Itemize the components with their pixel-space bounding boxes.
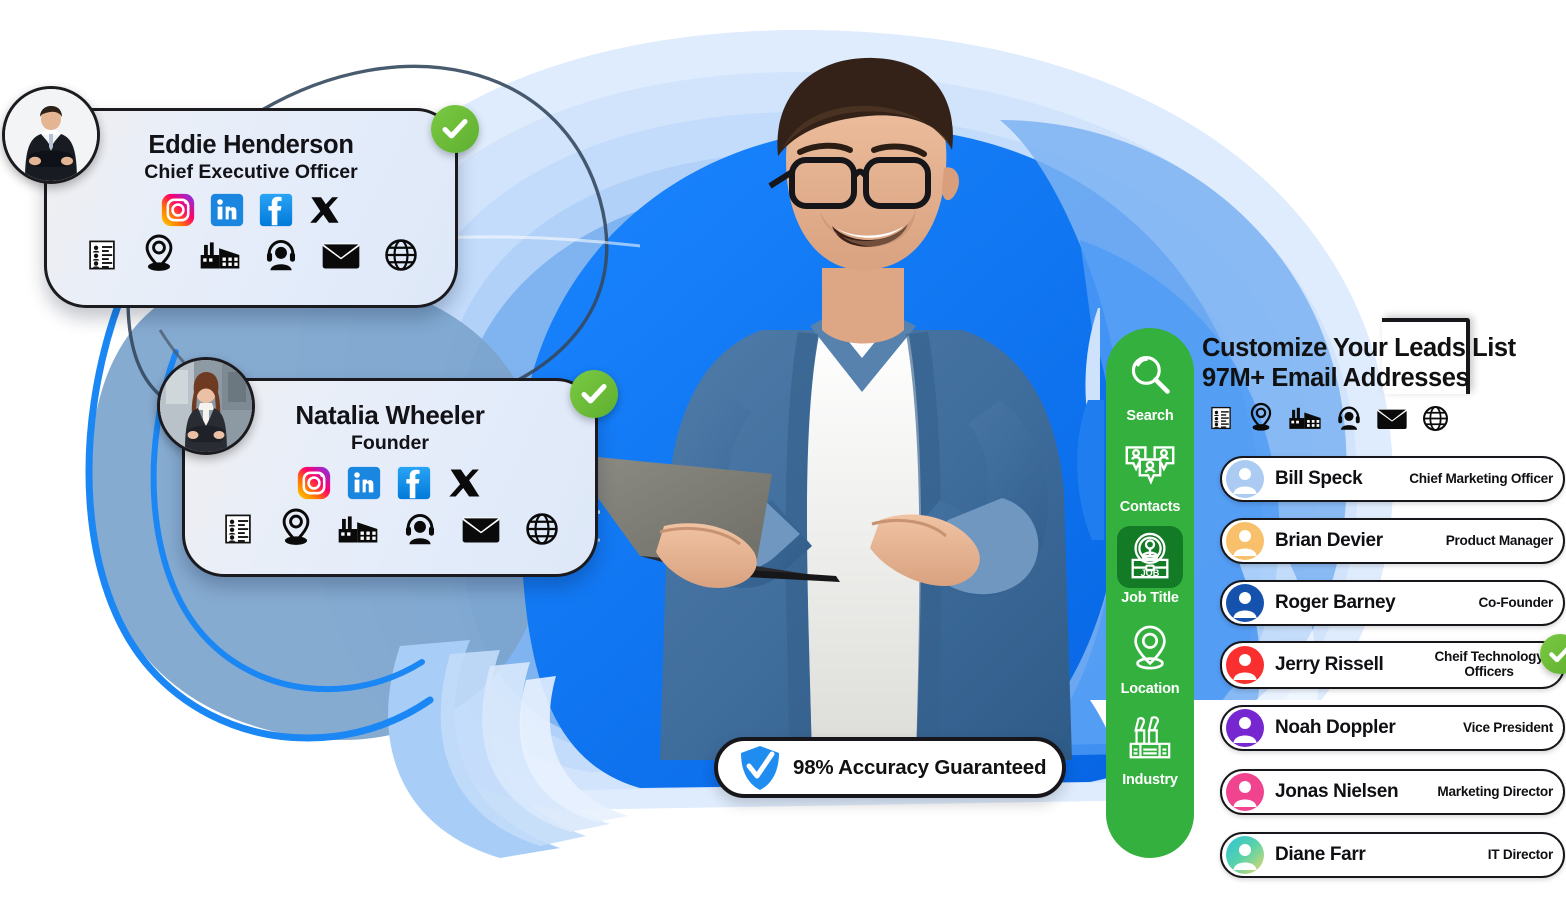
lead-title: Chief Marketing Officer bbox=[1409, 470, 1553, 486]
leads-panel-heading-line2: 97M+ Email Addresses bbox=[1202, 364, 1470, 392]
lead-title: Product Manager bbox=[1445, 532, 1554, 548]
magnifier-icon bbox=[1117, 344, 1183, 406]
rail-item-search[interactable]: Search bbox=[1106, 344, 1194, 424]
lead-name: Roger Barney bbox=[1275, 592, 1396, 613]
location-pin-icon bbox=[1117, 617, 1183, 679]
avatar bbox=[1226, 522, 1264, 560]
contact-list-icon[interactable] bbox=[221, 512, 255, 546]
lead-title: Vice President bbox=[1463, 719, 1553, 735]
support-agent-icon[interactable] bbox=[1336, 404, 1362, 432]
profile-card-eddie-henderson[interactable]: Eddie Henderson Chief Executive Officer bbox=[44, 108, 458, 308]
linkedin-icon[interactable] bbox=[347, 466, 381, 500]
facebook-icon[interactable] bbox=[259, 193, 293, 227]
facebook-icon[interactable] bbox=[397, 466, 431, 500]
lead-title: IT Director bbox=[1487, 846, 1553, 862]
lead-row[interactable]: Bill Speck Chief Marketing Officer bbox=[1220, 456, 1565, 502]
profile-card-name: Eddie Henderson bbox=[148, 131, 354, 159]
globe-website-icon[interactable] bbox=[384, 238, 418, 272]
email-envelope-icon[interactable] bbox=[1376, 406, 1408, 432]
factory-icon bbox=[1117, 708, 1183, 770]
rail-item-job-title[interactable]: JOB Job Title bbox=[1106, 526, 1194, 606]
rail-item-label: Industry bbox=[1122, 772, 1178, 788]
avatar bbox=[1226, 584, 1264, 622]
verified-badge bbox=[431, 105, 479, 153]
lead-name: Noah Doppler bbox=[1275, 717, 1396, 738]
industry-factory-icon[interactable] bbox=[1288, 404, 1322, 432]
avatar bbox=[1226, 460, 1264, 498]
location-pin-icon[interactable] bbox=[1248, 402, 1274, 432]
contact-list-icon[interactable] bbox=[1208, 404, 1234, 432]
contacts-group-icon bbox=[1117, 435, 1183, 497]
lead-title: Marketing Director bbox=[1437, 783, 1553, 799]
leads-panel-heading-line1: Customize Your Leads List bbox=[1202, 334, 1516, 362]
contact-list-icon[interactable] bbox=[85, 238, 119, 272]
lead-row[interactable]: Roger Barney Co-Founder bbox=[1220, 580, 1565, 626]
lead-name: Bill Speck bbox=[1275, 468, 1363, 489]
globe-website-icon[interactable] bbox=[525, 512, 559, 546]
leads-panel-attribute-icons bbox=[1208, 396, 1468, 432]
instagram-icon[interactable] bbox=[297, 466, 331, 500]
globe-website-icon[interactable] bbox=[1422, 405, 1449, 432]
job-badge-icon: JOB bbox=[1117, 526, 1183, 588]
x-twitter-icon[interactable] bbox=[447, 465, 483, 501]
avatar bbox=[1226, 709, 1264, 747]
rail-item-contacts[interactable]: Contacts bbox=[1106, 435, 1194, 515]
support-agent-icon[interactable] bbox=[403, 512, 437, 546]
lead-title: Cheif Technology Officers bbox=[1434, 649, 1544, 679]
linkedin-icon[interactable] bbox=[210, 193, 244, 227]
svg-text:JOB: JOB bbox=[1141, 568, 1160, 578]
profile-card-title: Chief Executive Officer bbox=[144, 161, 358, 183]
avatar bbox=[1226, 646, 1264, 684]
avatar-eddie-henderson bbox=[2, 86, 100, 184]
lead-title: Co-Founder bbox=[1478, 594, 1553, 610]
instagram-icon[interactable] bbox=[161, 193, 195, 227]
rail-item-label: Job Title bbox=[1121, 590, 1179, 606]
lead-row[interactable]: Noah Doppler Vice President bbox=[1220, 705, 1565, 751]
location-pin-icon[interactable] bbox=[279, 508, 313, 546]
accuracy-badge-label: 98% Accuracy Guaranteed bbox=[793, 755, 1047, 779]
shield-check-icon bbox=[740, 745, 780, 791]
rail-item-label: Search bbox=[1126, 408, 1174, 424]
email-envelope-icon[interactable] bbox=[461, 514, 501, 546]
rail-item-location[interactable]: Location bbox=[1106, 617, 1194, 697]
lead-name: Jerry Rissell bbox=[1275, 654, 1384, 675]
rail-item-label: Contacts bbox=[1119, 499, 1181, 515]
location-pin-icon[interactable] bbox=[142, 234, 176, 272]
lead-row[interactable]: Diane Farr IT Director bbox=[1220, 832, 1565, 878]
industry-factory-icon[interactable] bbox=[337, 512, 379, 546]
rail-item-label: Location bbox=[1120, 681, 1180, 697]
avatar-natalia-wheeler bbox=[157, 357, 255, 455]
lead-row[interactable]: Jerry Rissell Cheif Technology Officers bbox=[1220, 641, 1565, 689]
avatar bbox=[1226, 836, 1264, 874]
verified-badge bbox=[570, 370, 618, 418]
lead-row[interactable]: Jonas Nielsen Marketing Director bbox=[1220, 769, 1565, 815]
filter-rail: Search Contacts JOB Job Title Location I… bbox=[1106, 328, 1194, 858]
email-envelope-icon[interactable] bbox=[321, 240, 361, 272]
support-agent-icon[interactable] bbox=[264, 238, 298, 272]
profile-card-title: Founder bbox=[351, 432, 429, 454]
accuracy-badge: 98% Accuracy Guaranteed bbox=[714, 737, 1066, 798]
lead-name: Jonas Nielsen bbox=[1275, 781, 1399, 802]
rail-item-industry[interactable]: Industry bbox=[1106, 708, 1194, 788]
lead-name: Diane Farr bbox=[1275, 844, 1366, 865]
lead-row[interactable]: Brian Devier Product Manager bbox=[1220, 518, 1565, 564]
avatar bbox=[1226, 773, 1264, 811]
x-twitter-icon[interactable] bbox=[308, 193, 342, 227]
industry-factory-icon[interactable] bbox=[199, 238, 241, 272]
lead-name: Brian Devier bbox=[1275, 530, 1383, 551]
